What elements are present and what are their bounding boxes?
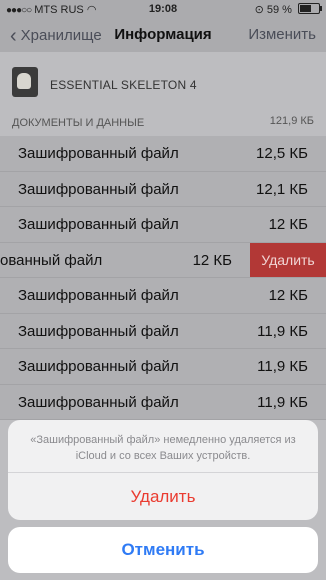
- battery-icon: [298, 3, 322, 14]
- file-size: 12,1 КБ: [256, 180, 308, 198]
- file-row-swiped[interactable]: ованный файл 12 КБ Удалить: [0, 242, 326, 278]
- battery-indicator: ⊙ 59 %: [254, 3, 322, 16]
- section-total-size: 121,9 КБ: [269, 115, 314, 127]
- section-header: ДОКУМЕНТЫ И ДАННЫЕ 121,9 КБ: [0, 113, 326, 135]
- file-size: 11,9 КБ: [257, 358, 308, 375]
- file-row[interactable]: Зашифрованный файл 12 КБ: [0, 278, 326, 314]
- file-row[interactable]: Зашифрованный файл 12 КБ: [0, 207, 326, 243]
- file-size: 12 КБ: [192, 251, 232, 269]
- file-name: Зашифрованный файл: [18, 180, 179, 198]
- file-name: ованный файл: [0, 251, 103, 269]
- action-sheet: «Зашифрованный файл» немедленно удаляетс…: [8, 420, 318, 520]
- section-label: ДОКУМЕНТЫ И ДАННЫЕ: [12, 117, 145, 129]
- action-sheet-message: «Зашифрованный файл» немедленно удаляетс…: [30, 434, 296, 462]
- file-list: Зашифрованный файл 12,5 КБ Зашифрованный…: [0, 136, 326, 420]
- app-header: ESSENTIAL SKELETON 4: [0, 52, 326, 110]
- file-row[interactable]: Зашифрованный файл 12,1 КБ: [0, 171, 326, 207]
- file-size: 11,9 КБ: [257, 393, 308, 411]
- app-icon: [12, 67, 38, 97]
- file-name: Зашифрованный файл: [18, 393, 179, 411]
- status-bar: ●●●○○ MTS RUS ◠ 19:08 ⊙ 59 %: [0, 0, 326, 18]
- file-name: Зашифрованный файл: [18, 145, 179, 162]
- cancel-button[interactable]: Отменить: [8, 527, 318, 573]
- file-name: Зашифрованный файл: [18, 287, 179, 304]
- file-name: Зашифрованный файл: [18, 322, 179, 340]
- file-name: Зашифрованный файл: [18, 358, 179, 375]
- swipe-delete-button[interactable]: Удалить: [250, 242, 326, 277]
- battery-label: 59 %: [266, 4, 292, 16]
- file-row[interactable]: Зашифрованный файл 12,5 КБ: [0, 136, 326, 172]
- file-row[interactable]: Зашифрованный файл 11,9 КБ: [0, 313, 326, 349]
- file-size: 11,9 КБ: [257, 322, 308, 340]
- swipe-delete-label: Удалить: [261, 251, 315, 268]
- edit-button[interactable]: Изменить: [248, 26, 316, 43]
- file-size: 12,5 КБ: [256, 145, 308, 162]
- file-size: 12 КБ: [268, 287, 308, 304]
- orientation-lock-icon: ⊙: [254, 4, 264, 16]
- file-row[interactable]: Зашифрованный файл 11,9 КБ: [0, 384, 326, 420]
- file-name: Зашифрованный файл: [18, 216, 179, 233]
- app-name: ESSENTIAL SKELETON 4: [50, 78, 197, 92]
- file-row[interactable]: Зашифрованный файл 11,9 КБ: [0, 349, 326, 385]
- confirm-delete-button[interactable]: Удалить: [8, 473, 318, 520]
- navigation-bar: ‹ Хранилище Информация Изменить: [0, 18, 326, 52]
- file-size: 12 КБ: [268, 216, 308, 233]
